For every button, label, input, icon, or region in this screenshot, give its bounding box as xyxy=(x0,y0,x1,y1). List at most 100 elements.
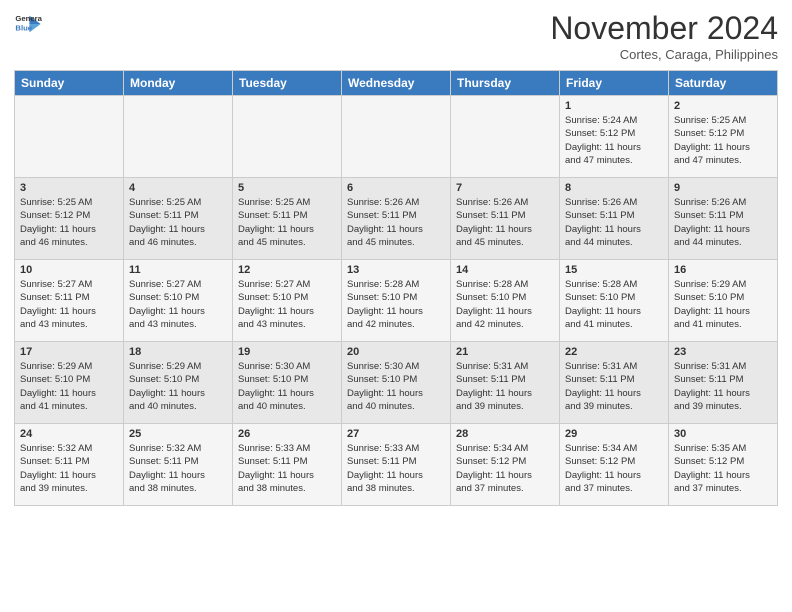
day-number: 1 xyxy=(565,100,663,112)
day-number: 5 xyxy=(238,182,336,194)
calendar-header: Sunday Monday Tuesday Wednesday Thursday… xyxy=(15,71,778,96)
day-cell-w3-d6: 23 Sunrise: 5:31 AM Sunset: 5:11 PM Dayli… xyxy=(669,342,778,424)
day-number: 11 xyxy=(129,264,227,276)
day-cell-w0-d5: 1 Sunrise: 5:24 AM Sunset: 5:12 PM Daylig… xyxy=(560,96,669,178)
month-title: November 2024 xyxy=(550,10,778,47)
day-number: 8 xyxy=(565,182,663,194)
title-block: November 2024 Cortes, Caraga, Philippine… xyxy=(550,10,778,62)
day-info: Sunrise: 5:33 AM Sunset: 5:11 PM Dayligh… xyxy=(347,442,445,495)
page-container: General Blue November 2024 Cortes, Carag… xyxy=(0,0,792,516)
header-monday: Monday xyxy=(124,71,233,96)
day-info: Sunrise: 5:28 AM Sunset: 5:10 PM Dayligh… xyxy=(456,278,554,331)
day-cell-w3-d4: 21Sunrise: 5:31 AM Sunset: 5:11 PM Dayli… xyxy=(451,342,560,424)
day-cell-w1-d2: 5 Sunrise: 5:25 AM Sunset: 5:11 PM Daylig… xyxy=(233,178,342,260)
day-cell-w1-d0: 3 Sunrise: 5:25 AM Sunset: 5:12 PM Daylig… xyxy=(15,178,124,260)
day-number: 14 xyxy=(456,264,554,276)
day-cell-w2-d3: 13 Sunrise: 5:28 AM Sunset: 5:10 PM Dayli… xyxy=(342,260,451,342)
day-info: Sunrise: 5:25 AM Sunset: 5:12 PM Dayligh… xyxy=(20,196,118,249)
day-cell-w4-d5: 29 Sunrise: 5:34 AM Sunset: 5:12 PM Dayli… xyxy=(560,424,669,506)
day-number: 23 xyxy=(674,346,772,358)
day-number: 26 xyxy=(238,428,336,440)
day-cell-w1-d1: 4 Sunrise: 5:25 AM Sunset: 5:11 PM Daylig… xyxy=(124,178,233,260)
day-info: Sunrise: 5:30 AM Sunset: 5:10 PM Dayligh… xyxy=(347,360,445,413)
day-number: 17 xyxy=(20,346,118,358)
day-cell-w1-d5: 8 Sunrise: 5:26 AM Sunset: 5:11 PM Daylig… xyxy=(560,178,669,260)
header-friday: Friday xyxy=(560,71,669,96)
day-info: Sunrise: 5:34 AM Sunset: 5:12 PM Dayligh… xyxy=(456,442,554,495)
day-info: Sunrise: 5:25 AM Sunset: 5:11 PM Dayligh… xyxy=(129,196,227,249)
day-cell-w0-d3 xyxy=(342,96,451,178)
day-number: 7 xyxy=(456,182,554,194)
day-cell-w3-d5: 22 Sunrise: 5:31 AM Sunset: 5:11 PM Dayli… xyxy=(560,342,669,424)
day-info: Sunrise: 5:26 AM Sunset: 5:11 PM Dayligh… xyxy=(456,196,554,249)
day-info: Sunrise: 5:29 AM Sunset: 5:10 PM Dayligh… xyxy=(20,360,118,413)
day-info: Sunrise: 5:34 AM Sunset: 5:12 PM Dayligh… xyxy=(565,442,663,495)
header-row: Sunday Monday Tuesday Wednesday Thursday… xyxy=(15,71,778,96)
day-info: Sunrise: 5:31 AM Sunset: 5:11 PM Dayligh… xyxy=(674,360,772,413)
day-info: Sunrise: 5:29 AM Sunset: 5:10 PM Dayligh… xyxy=(674,278,772,331)
day-info: Sunrise: 5:31 AM Sunset: 5:11 PM Dayligh… xyxy=(456,360,554,413)
day-number: 29 xyxy=(565,428,663,440)
day-number: 6 xyxy=(347,182,445,194)
day-info: Sunrise: 5:29 AM Sunset: 5:10 PM Dayligh… xyxy=(129,360,227,413)
day-number: 18 xyxy=(129,346,227,358)
day-cell-w0-d2 xyxy=(233,96,342,178)
day-number: 19 xyxy=(238,346,336,358)
calendar-table: Sunday Monday Tuesday Wednesday Thursday… xyxy=(14,70,778,506)
header-thursday: Thursday xyxy=(451,71,560,96)
day-info: Sunrise: 5:32 AM Sunset: 5:11 PM Dayligh… xyxy=(20,442,118,495)
week-row-0: 1 Sunrise: 5:24 AM Sunset: 5:12 PM Daylig… xyxy=(15,96,778,178)
logo: General Blue xyxy=(14,10,42,38)
day-cell-w4-d3: 27 Sunrise: 5:33 AM Sunset: 5:11 PM Dayli… xyxy=(342,424,451,506)
week-row-4: 24Sunrise: 5:32 AM Sunset: 5:11 PM Dayli… xyxy=(15,424,778,506)
day-info: Sunrise: 5:32 AM Sunset: 5:11 PM Dayligh… xyxy=(129,442,227,495)
day-number: 10 xyxy=(20,264,118,276)
day-info: Sunrise: 5:28 AM Sunset: 5:10 PM Dayligh… xyxy=(565,278,663,331)
day-cell-w0-d6: 2Sunrise: 5:25 AM Sunset: 5:12 PM Daylig… xyxy=(669,96,778,178)
day-info: Sunrise: 5:28 AM Sunset: 5:10 PM Dayligh… xyxy=(347,278,445,331)
day-number: 20 xyxy=(347,346,445,358)
svg-text:Blue: Blue xyxy=(15,23,32,32)
day-info: Sunrise: 5:25 AM Sunset: 5:11 PM Dayligh… xyxy=(238,196,336,249)
day-number: 2 xyxy=(674,100,772,112)
day-cell-w3-d1: 18 Sunrise: 5:29 AM Sunset: 5:10 PM Dayli… xyxy=(124,342,233,424)
day-cell-w0-d0 xyxy=(15,96,124,178)
day-number: 16 xyxy=(674,264,772,276)
day-info: Sunrise: 5:33 AM Sunset: 5:11 PM Dayligh… xyxy=(238,442,336,495)
logo-icon: General Blue xyxy=(14,10,42,38)
day-cell-w2-d1: 11Sunrise: 5:27 AM Sunset: 5:10 PM Dayli… xyxy=(124,260,233,342)
day-info: Sunrise: 5:27 AM Sunset: 5:11 PM Dayligh… xyxy=(20,278,118,331)
day-cell-w2-d6: 16 Sunrise: 5:29 AM Sunset: 5:10 PM Dayli… xyxy=(669,260,778,342)
day-cell-w3-d3: 20 Sunrise: 5:30 AM Sunset: 5:10 PM Dayli… xyxy=(342,342,451,424)
day-info: Sunrise: 5:26 AM Sunset: 5:11 PM Dayligh… xyxy=(674,196,772,249)
day-number: 3 xyxy=(20,182,118,194)
day-number: 27 xyxy=(347,428,445,440)
header-sunday: Sunday xyxy=(15,71,124,96)
day-cell-w4-d1: 25Sunrise: 5:32 AM Sunset: 5:11 PM Dayli… xyxy=(124,424,233,506)
day-info: Sunrise: 5:24 AM Sunset: 5:12 PM Dayligh… xyxy=(565,114,663,167)
day-number: 4 xyxy=(129,182,227,194)
day-number: 12 xyxy=(238,264,336,276)
day-number: 22 xyxy=(565,346,663,358)
day-number: 15 xyxy=(565,264,663,276)
day-info: Sunrise: 5:35 AM Sunset: 5:12 PM Dayligh… xyxy=(674,442,772,495)
location: Cortes, Caraga, Philippines xyxy=(550,47,778,62)
header-wednesday: Wednesday xyxy=(342,71,451,96)
day-number: 30 xyxy=(674,428,772,440)
day-cell-w0-d1 xyxy=(124,96,233,178)
day-info: Sunrise: 5:31 AM Sunset: 5:11 PM Dayligh… xyxy=(565,360,663,413)
day-cell-w0-d4 xyxy=(451,96,560,178)
day-cell-w4-d4: 28Sunrise: 5:34 AM Sunset: 5:12 PM Dayli… xyxy=(451,424,560,506)
day-number: 9 xyxy=(674,182,772,194)
day-info: Sunrise: 5:26 AM Sunset: 5:11 PM Dayligh… xyxy=(565,196,663,249)
svg-text:General: General xyxy=(15,14,42,23)
header: General Blue November 2024 Cortes, Carag… xyxy=(14,10,778,62)
day-cell-w2-d2: 12Sunrise: 5:27 AM Sunset: 5:10 PM Dayli… xyxy=(233,260,342,342)
day-cell-w1-d3: 6Sunrise: 5:26 AM Sunset: 5:11 PM Daylig… xyxy=(342,178,451,260)
day-cell-w4-d0: 24Sunrise: 5:32 AM Sunset: 5:11 PM Dayli… xyxy=(15,424,124,506)
calendar-body: 1 Sunrise: 5:24 AM Sunset: 5:12 PM Daylig… xyxy=(15,96,778,506)
header-tuesday: Tuesday xyxy=(233,71,342,96)
day-number: 13 xyxy=(347,264,445,276)
day-cell-w1-d6: 9 Sunrise: 5:26 AM Sunset: 5:11 PM Daylig… xyxy=(669,178,778,260)
day-cell-w2-d0: 10 Sunrise: 5:27 AM Sunset: 5:11 PM Dayli… xyxy=(15,260,124,342)
